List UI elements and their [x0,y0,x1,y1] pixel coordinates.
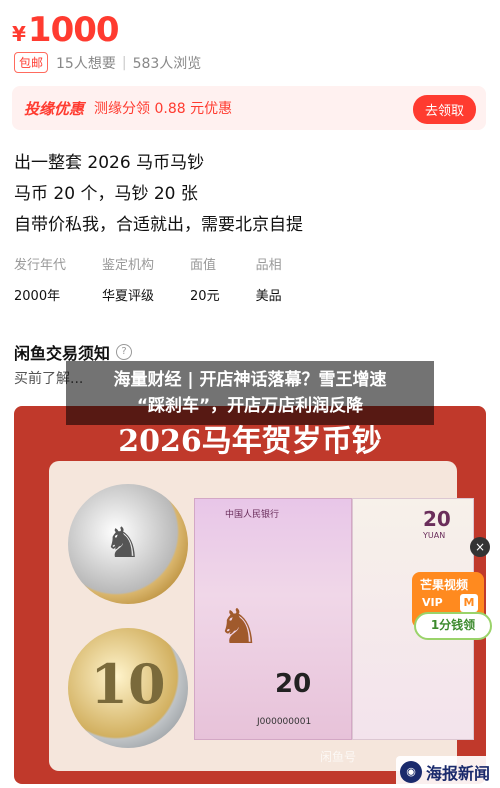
news-headline-overlay: 海量财经 | 开店神话落幕？雪王增速 “踩刹车”，开店万店利润反降 [66,361,434,425]
horse-coin: ♞ [68,484,188,604]
item-attributes: 发行年代 2000年 鉴定机构 华夏评级 面值 20元 品相 美品 [14,254,318,304]
currency-symbol: ¥ [12,22,26,46]
free-shipping-badge: 包邮 [14,52,49,73]
divider: | [121,54,127,71]
attribute-face-value: 面值 20元 [190,254,220,304]
attribute-value: 华夏评级 [102,289,155,304]
item-meta: 包邮 15人想要 | 583人浏览 [14,52,201,73]
wants-count: 15人想要 [56,55,116,72]
ad-vip: VIP [422,596,443,609]
coupon-banner: 投缘优惠 测缘分领 0.88 元优惠 去领取 [12,86,486,130]
coupon-description: 测缘分领 0.88 元优惠 [94,101,233,117]
coupon-brand: 投缘优惠 [24,99,85,118]
note-header: 中国人民银行 [225,510,280,520]
description-line: 马币 20 个，马钞 20 张 [14,184,198,204]
description-line: 出一整套 2026 马币马钞 [14,153,205,173]
banknote-front: 中国人民银行 ♞ 20 J000000001 [194,498,352,740]
attribute-key: 品相 [255,258,282,273]
news-logo: ◉ 海报新闻 [396,756,500,788]
attribute-issue-year: 发行年代 2000年 [14,254,66,304]
attribute-condition: 品相 美品 [256,254,282,304]
horse-icon: ♞ [217,599,261,655]
attribute-key: 鉴定机构 [102,258,155,273]
logo-icon: ◉ [400,761,422,783]
reward-button[interactable]: 1分钱领 [414,612,492,640]
ad-title: 芒果视频 [420,578,469,592]
horse-icon: ♞ [104,518,142,567]
attribute-value: 美品 [255,289,282,304]
item-description: 出一整套 2026 马币马钞 马币 20 个，马钞 20 张 自带价私我，合适就… [14,148,303,241]
watermark: 闲鱼号 [320,750,357,764]
headline-line: “踩刹车”，开店万店利润反降 [136,396,364,416]
price-amount: 1000 [27,10,120,50]
ten-yuan-coin: 10 [68,628,188,748]
note-back-unit: YUAN [423,531,446,540]
mango-logo-icon: M [460,594,478,612]
attribute-value: 2000年 [14,289,61,304]
attribute-key: 面值 [190,258,217,273]
help-icon[interactable]: ? [116,344,133,360]
attribute-grading-agency: 鉴定机构 华夏评级 [102,254,154,304]
logo-text: 海报新闻 [426,764,491,783]
note-back-value: 20 [423,507,451,531]
note-value: 20 [275,669,312,699]
close-icon[interactable]: × [470,537,490,557]
attribute-key: 发行年代 [14,258,67,273]
headline-line: 海量财经 | 开店神话落幕？雪王增速 [113,370,387,390]
description-line: 自带价私我，合适就出，需要北京自提 [14,215,303,235]
price: ¥ 1000 [12,10,120,50]
views-count: 583人浏览 [132,55,202,72]
coin-value: 10 [90,652,166,716]
claim-coupon-button[interactable]: 去领取 [412,95,476,124]
note-serial: J000000001 [257,717,312,727]
attribute-value: 20元 [190,289,220,304]
